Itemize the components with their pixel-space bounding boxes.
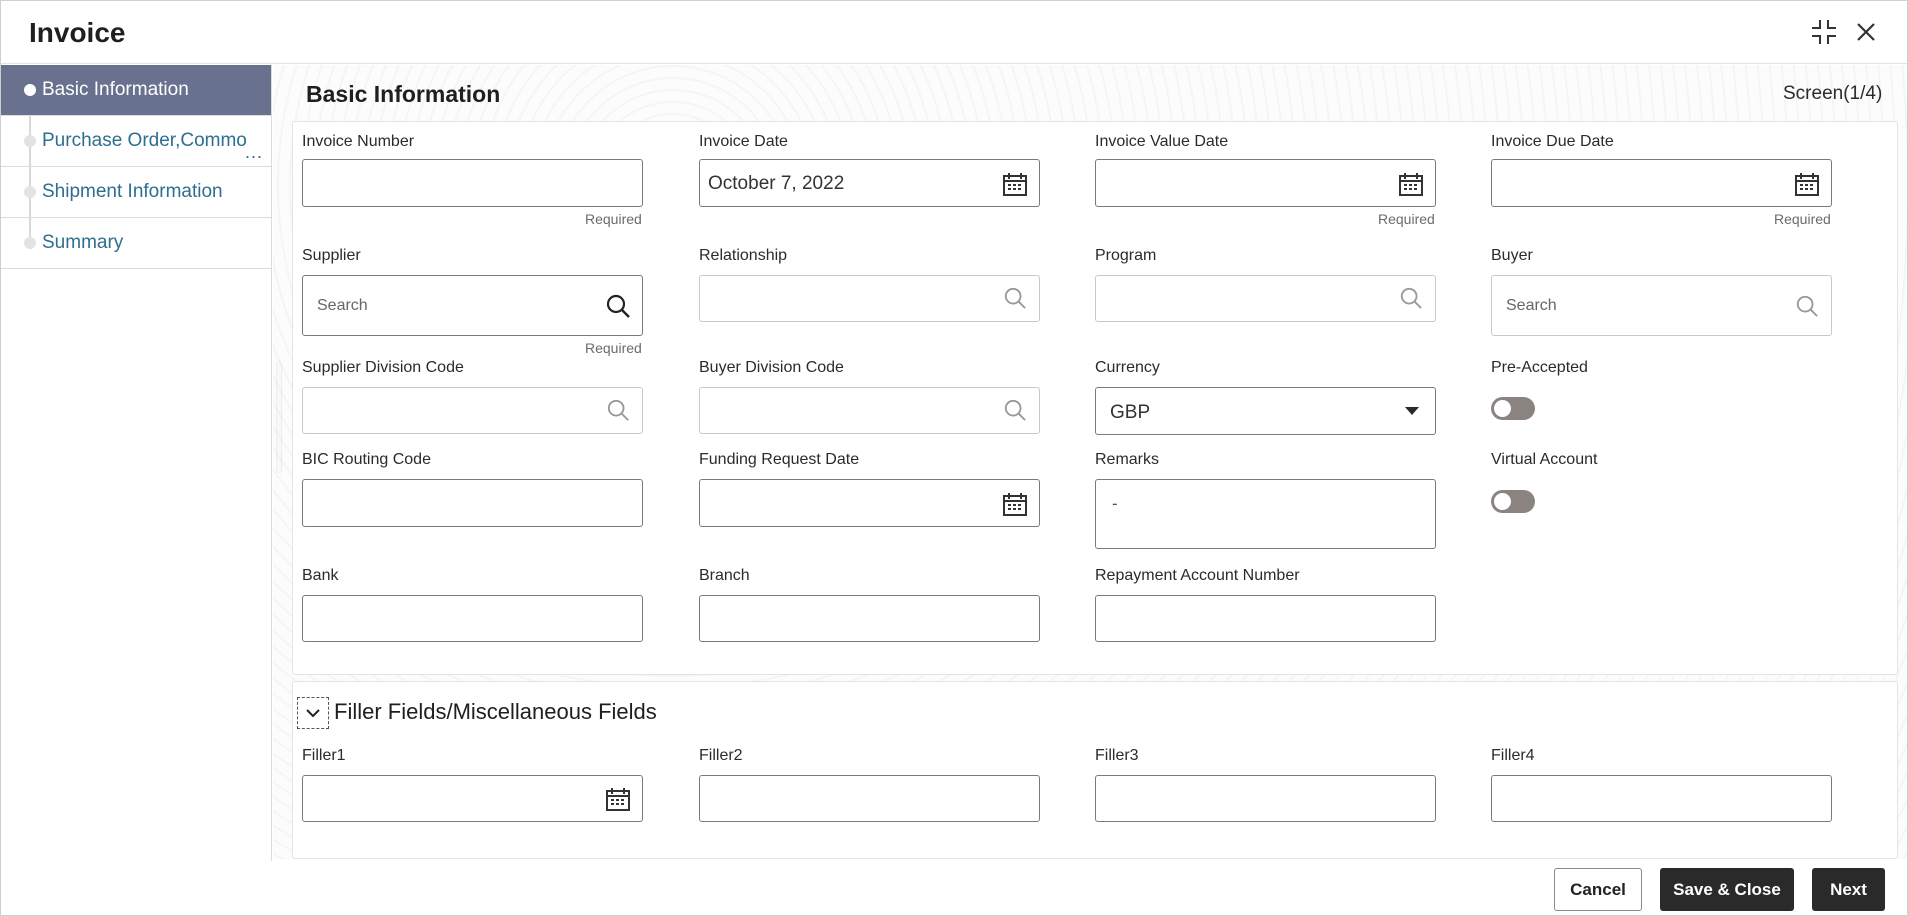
remarks-textarea[interactable]: - [1095,479,1436,549]
filler1-label: Filler1 [302,747,346,764]
search-icon[interactable] [604,292,632,320]
repayment-account-number-label: Repayment Account Number [1095,567,1300,584]
currency-select[interactable]: GBP [1095,387,1436,435]
bic-routing-code-input[interactable] [302,479,643,527]
search-icon[interactable] [1793,292,1821,320]
branch-label: Branch [699,567,750,584]
sidebar-item-purchase-order[interactable]: Purchase Order,Commo ... [1,116,271,167]
program-input[interactable] [1095,275,1436,322]
bank-label: Bank [302,567,339,584]
buyer-division-code-label: Buyer Division Code [699,359,844,376]
sidebar-item-shipment-information[interactable]: Shipment Information [1,167,271,218]
sidebar-item-basic-information[interactable]: Basic Information [1,65,271,116]
sidebar-item-label: Basic Information [42,79,189,100]
funding-request-date-label: Funding Request Date [699,451,860,468]
collapse-section-button[interactable] [297,697,329,729]
supplier-placeholder: Search [317,297,368,314]
overflow-ellipsis: ... [245,142,264,162]
step-dot-icon [24,84,36,96]
supplier-label: Supplier [302,247,361,264]
calendar-icon[interactable] [1793,170,1821,198]
search-icon[interactable] [604,396,632,424]
bic-routing-code-label: BIC Routing Code [302,451,431,468]
invoice-number-input[interactable] [302,159,643,207]
invoice-date-input[interactable]: October 7, 2022 [699,159,1040,207]
filler2-input[interactable] [699,775,1040,822]
virtual-account-toggle[interactable] [1491,490,1535,513]
screen-indicator: Screen(1/4) [1783,83,1883,104]
filler1-input[interactable] [302,775,643,822]
sidebar-item-summary[interactable]: Summary [1,218,271,269]
next-button[interactable]: Next [1812,868,1885,911]
program-label: Program [1095,247,1157,264]
filler-section-title: Filler Fields/Miscellaneous Fields [334,699,657,724]
search-icon[interactable] [1001,396,1029,424]
invoice-date-value: October 7, 2022 [708,173,845,194]
currency-value: GBP [1110,402,1151,423]
sidebar-item-label: Summary [42,232,124,253]
buyer-placeholder: Search [1506,297,1557,314]
invoice-number-label: Invoice Number [302,133,415,150]
supplier-required: Required [585,340,642,356]
filler3-input[interactable] [1095,775,1436,822]
funding-request-date-input[interactable] [699,479,1040,527]
filler3-label: Filler3 [1095,747,1139,764]
remarks-label: Remarks [1095,451,1160,468]
calendar-icon[interactable] [1397,170,1425,198]
branch-input[interactable] [699,595,1040,642]
toggle-knob [1494,493,1511,510]
page-title: Basic Information [306,81,501,107]
currency-label: Currency [1095,359,1160,376]
invoice-date-label: Invoice Date [699,133,788,150]
invoice-value-date-required: Required [1378,211,1435,227]
buyer-search-input[interactable]: Search [1491,275,1832,336]
search-icon[interactable] [1001,284,1029,312]
repayment-account-number-input[interactable] [1095,595,1436,642]
bank-input[interactable] [302,595,643,642]
sidebar-item-label: Purchase Order,Commo [42,130,247,151]
chevron-down-icon [1405,407,1419,415]
calendar-icon[interactable] [604,785,632,813]
window-title: Invoice [29,17,126,48]
sidebar-item-label: Shipment Information [42,181,223,202]
filler4-label: Filler4 [1491,747,1535,764]
pre-accepted-label: Pre-Accepted [1491,359,1588,376]
buyer-label: Buyer [1491,247,1533,264]
relationship-label: Relationship [699,247,788,264]
step-dot-icon [24,186,36,198]
calendar-icon[interactable] [1001,170,1029,198]
toggle-knob [1494,400,1511,417]
collapse-arrows-icon[interactable] [1807,15,1841,49]
invoice-window: Invoice Basic Information Purchase Order… [0,0,1908,916]
pre-accepted-toggle[interactable] [1491,397,1535,420]
search-icon[interactable] [1397,284,1425,312]
invoice-due-date-input[interactable] [1491,159,1832,207]
calendar-icon[interactable] [1001,490,1029,518]
sidebar-nav: Basic Information Purchase Order,Commo .… [1,65,272,861]
filler2-label: Filler2 [699,747,743,764]
close-icon[interactable] [1849,15,1883,49]
invoice-value-date-label: Invoice Value Date [1095,133,1229,150]
save-and-close-button[interactable]: Save & Close [1660,868,1794,911]
supplier-division-code-label: Supplier Division Code [302,359,464,376]
invoice-due-date-required: Required [1774,211,1831,227]
filler4-input[interactable] [1491,775,1832,822]
relationship-input[interactable] [699,275,1040,322]
remarks-value: - [1112,494,1118,513]
supplier-search-input[interactable]: Search [302,275,643,336]
title-bar: Invoice [1,1,1907,64]
invoice-due-date-label: Invoice Due Date [1491,133,1614,150]
step-dot-icon [24,135,36,147]
buyer-division-code-input[interactable] [699,387,1040,434]
virtual-account-label: Virtual Account [1491,451,1598,468]
invoice-number-required: Required [585,211,642,227]
step-dot-icon [24,237,36,249]
supplier-division-code-input[interactable] [302,387,643,434]
invoice-value-date-input[interactable] [1095,159,1436,207]
chevron-down-icon [306,709,320,718]
cancel-button[interactable]: Cancel [1554,868,1642,911]
